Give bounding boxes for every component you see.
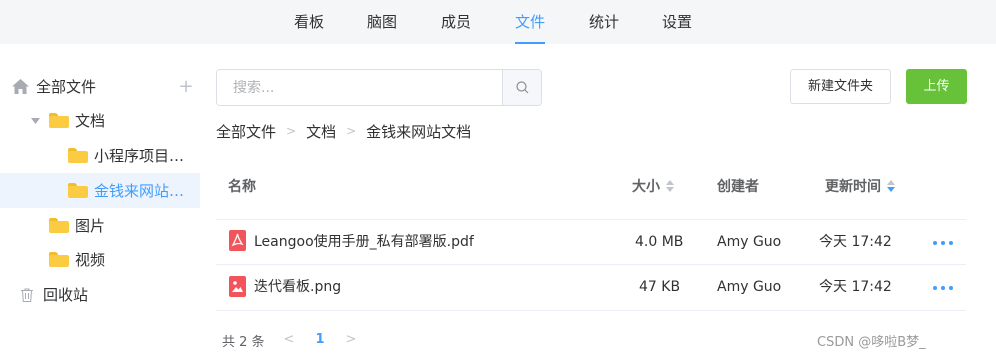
folder-icon [68, 148, 88, 163]
search-button[interactable] [502, 70, 541, 105]
search-input[interactable] [217, 70, 502, 105]
tree-item-label: 回收站 [43, 286, 89, 304]
tree-item-videos[interactable]: 视频 [0, 242, 200, 277]
file-updated: 今天 17:42 [819, 279, 892, 295]
breadcrumb: 全部文件 > 文档 > 金钱来网站文档 [216, 119, 471, 143]
tree-item-label: 视频 [75, 251, 106, 269]
tree-item-label: 文档 [75, 112, 106, 130]
column-header-creator: 创建者 [717, 179, 759, 195]
chevron-right-icon: > [346, 124, 357, 138]
tree-item-miniprogram[interactable]: 小程序项目… [0, 138, 200, 173]
tree-item-images[interactable]: 图片 [0, 208, 200, 243]
file-creator: Amy Guo [717, 279, 782, 295]
breadcrumb-item[interactable]: 文档 [306, 121, 336, 142]
folder-icon [49, 252, 69, 267]
tree-item-website-docs[interactable]: 金钱来网站… [0, 173, 200, 208]
sort-icon[interactable] [666, 180, 674, 192]
file-size: 47 KB [639, 279, 681, 295]
prev-page-icon[interactable]: < [282, 330, 296, 350]
pagination-total: 共 2 条 [222, 334, 265, 350]
next-page-icon[interactable]: > [344, 330, 358, 350]
search-icon [516, 81, 529, 94]
tree-item-label: 金钱来网站… [94, 182, 185, 200]
tree-item-docs[interactable]: 文档 [0, 103, 200, 138]
folder-icon [49, 113, 69, 128]
more-icon[interactable] [933, 220, 953, 265]
column-header-updated[interactable]: 更新时间 [825, 176, 895, 196]
tab-settings[interactable]: 设置 [662, 0, 692, 44]
table-row[interactable]: Leangoo使用手册_私有部署版.pdf 4.0 MB Amy Guo 今天 … [216, 220, 966, 265]
table-row[interactable]: 迭代看板.png 47 KB Amy Guo 今天 17:42 [216, 265, 966, 310]
folder-icon [68, 183, 88, 198]
tab-members[interactable]: 成员 [441, 0, 471, 44]
folder-icon [49, 218, 69, 233]
file-updated: 今天 17:42 [819, 234, 892, 250]
search-box [216, 69, 542, 106]
upload-button[interactable]: 上传 [906, 69, 967, 104]
tree-item-recycle-bin[interactable]: 回收站 [0, 277, 200, 312]
tree-item-label: 全部文件 [36, 78, 97, 96]
new-folder-button[interactable]: 新建文件夹 [790, 69, 891, 104]
sort-icon[interactable] [887, 180, 895, 192]
column-header-size[interactable]: 大小 [632, 176, 674, 196]
tree-item-label: 图片 [75, 217, 106, 235]
tab-mindmap[interactable]: 脑图 [367, 0, 397, 44]
column-header-name: 名称 [228, 179, 256, 195]
trash-icon [21, 288, 33, 302]
breadcrumb-item[interactable]: 全部文件 [216, 121, 276, 142]
divider [216, 310, 966, 311]
top-nav: 看板 脑图 成员 文件 统计 设置 [0, 0, 996, 44]
watermark: CSDN @哆啦B梦_ [817, 335, 926, 350]
tree-item-label: 小程序项目… [94, 147, 185, 165]
home-icon [12, 79, 29, 94]
file-creator: Amy Guo [717, 234, 782, 250]
breadcrumb-item: 金钱来网站文档 [366, 122, 472, 141]
tab-kanban[interactable]: 看板 [294, 0, 324, 44]
plus-icon[interactable]: + [176, 69, 196, 104]
caret-down-icon[interactable] [31, 117, 40, 124]
file-size: 4.0 MB [635, 234, 684, 250]
page-number[interactable]: 1 [312, 330, 328, 350]
tree-item-all-files[interactable]: 全部文件 + [0, 69, 200, 104]
file-name[interactable]: 迭代看板.png [254, 265, 341, 310]
tab-files[interactable]: 文件 [515, 0, 546, 44]
chevron-right-icon: > [286, 124, 297, 138]
more-icon[interactable] [933, 265, 953, 310]
file-name[interactable]: Leangoo使用手册_私有部署版.pdf [254, 220, 474, 265]
tab-stats[interactable]: 统计 [589, 0, 619, 44]
